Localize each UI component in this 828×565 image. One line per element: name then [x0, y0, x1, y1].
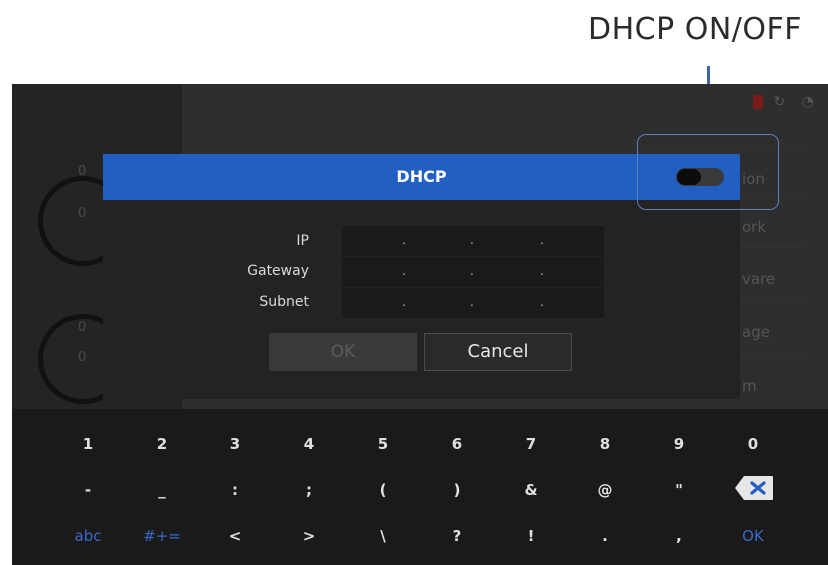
ok-button[interactable]: OK	[269, 333, 417, 371]
ip-separator: .	[470, 295, 474, 309]
gateway-label: Gateway	[247, 263, 309, 279]
ip-separator: .	[540, 233, 544, 247]
status-bar-icons: ↻ ◔	[753, 94, 820, 110]
key-period[interactable]: .	[575, 527, 635, 545]
subnet-label: Subnet	[259, 294, 309, 310]
key-hyphen[interactable]: -	[58, 481, 118, 499]
key-underscore[interactable]: _	[132, 481, 192, 499]
ip-separator: .	[540, 264, 544, 278]
key-exclamation[interactable]: !	[501, 527, 561, 545]
gauge-bottom-value: 0	[78, 206, 87, 221]
key-9[interactable]: 9	[649, 435, 709, 453]
ip-separator: .	[402, 233, 406, 247]
key-greater-than[interactable]: >	[279, 527, 339, 545]
key-ok[interactable]: OK	[723, 527, 783, 545]
key-7[interactable]: 7	[501, 435, 561, 453]
toggle-highlight-box	[637, 134, 779, 210]
key-abc[interactable]: abc	[58, 527, 118, 545]
ip-separator: .	[540, 295, 544, 309]
on-screen-keyboard: 1 2 3 4 5 6 7 8 9 0 - _ : ; ( ) & @ " ab…	[12, 409, 828, 565]
subnet-input[interactable]: . . .	[342, 288, 604, 318]
key-6[interactable]: 6	[427, 435, 487, 453]
key-0[interactable]: 0	[723, 435, 783, 453]
key-comma[interactable]: ,	[649, 527, 709, 545]
key-2[interactable]: 2	[132, 435, 192, 453]
ip-separator: .	[470, 233, 474, 247]
ip-separator: .	[402, 295, 406, 309]
gateway-input[interactable]: . . .	[342, 257, 604, 287]
refresh-icon: ↻	[773, 94, 792, 110]
key-8[interactable]: 8	[575, 435, 635, 453]
key-1[interactable]: 1	[58, 435, 118, 453]
key-symbols[interactable]: #+=	[132, 527, 192, 545]
backspace-key[interactable]	[734, 475, 774, 501]
key-quote[interactable]: "	[649, 481, 709, 499]
gauge-top-value: 0	[78, 164, 87, 179]
key-semicolon[interactable]: ;	[279, 481, 339, 499]
dhcp-annotation-label: DHCP ON/OFF	[588, 12, 803, 47]
ip-separator: .	[402, 264, 406, 278]
key-5[interactable]: 5	[353, 435, 413, 453]
key-question[interactable]: ?	[427, 527, 487, 545]
key-colon[interactable]: :	[205, 481, 265, 499]
key-3[interactable]: 3	[205, 435, 265, 453]
ip-separator: .	[470, 264, 474, 278]
key-at[interactable]: @	[575, 481, 635, 499]
key-close-paren[interactable]: )	[427, 481, 487, 499]
cancel-button[interactable]: Cancel	[424, 333, 572, 371]
key-less-than[interactable]: <	[205, 527, 265, 545]
key-4[interactable]: 4	[279, 435, 339, 453]
gauge-bottom-value: 0	[78, 350, 87, 365]
wifi-icon: ◔	[801, 94, 820, 110]
battery-icon	[753, 95, 764, 109]
key-open-paren[interactable]: (	[353, 481, 413, 499]
backspace-icon	[735, 476, 773, 500]
key-ampersand[interactable]: &	[501, 481, 561, 499]
gauge-top-value: 0	[78, 320, 87, 335]
ip-input[interactable]: . . .	[342, 226, 604, 256]
key-backslash[interactable]: \	[353, 527, 413, 545]
ip-label: IP	[296, 233, 309, 249]
